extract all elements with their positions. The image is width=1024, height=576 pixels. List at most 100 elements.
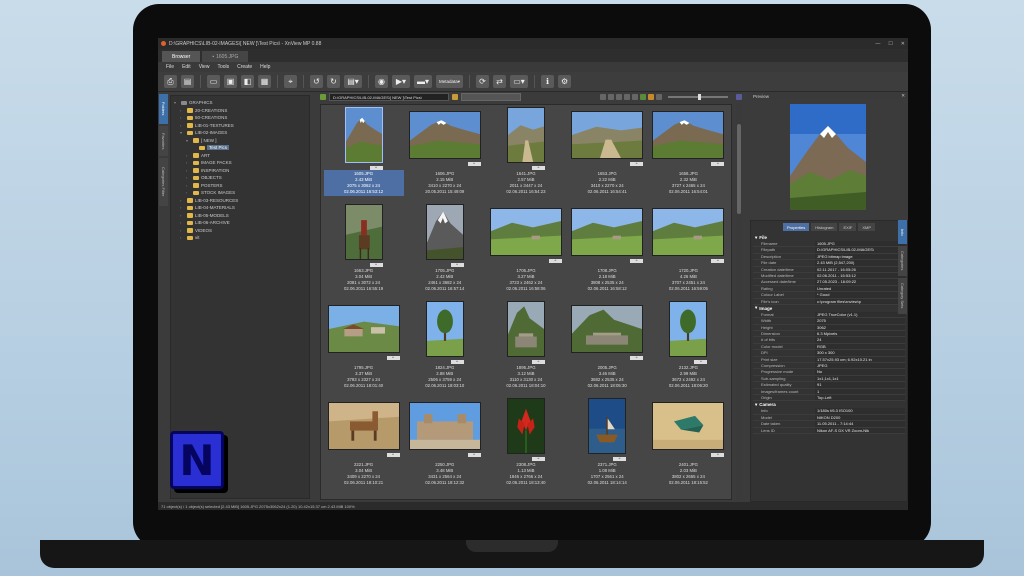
tab-favorites[interactable]: Favorites — [159, 126, 168, 156]
thumbnail-item[interactable]: ▪▪ 1708.JPG 2.18 MiB 3808 x 2535 x 24 02.06.… — [567, 204, 648, 301]
grid-scrollbar[interactable] — [736, 104, 742, 500]
properties-section[interactable]: ▾ Camera — [753, 401, 905, 408]
folder-item[interactable]: › vit — [174, 234, 306, 242]
thumbnail-item[interactable]: ▪▪ 2308.JPG 1.13 MiB 1846 x 2766 x 24 02.06.… — [485, 398, 566, 495]
thumbnail-image[interactable] — [345, 205, 382, 259]
expand-arrow-icon[interactable]: ▾ — [174, 100, 179, 105]
thumbnail-size-slider[interactable] — [668, 94, 728, 100]
properties-section[interactable]: ▾ File — [753, 234, 905, 241]
folder-item[interactable]: › STOCK IMAGES — [174, 189, 306, 197]
lock-icon[interactable]: ◉ — [375, 75, 388, 88]
folder-item[interactable]: ▾ LIB-02-IMAGES — [174, 129, 306, 137]
expand-arrow-icon[interactable]: ▾ — [186, 138, 191, 143]
expand-arrow-icon[interactable]: › — [180, 220, 185, 225]
copy-icon[interactable] — [616, 94, 622, 100]
expand-arrow-icon[interactable]: › — [180, 205, 185, 210]
convert-icon[interactable]: ◧ — [241, 75, 254, 88]
thumbnail-image[interactable] — [328, 403, 399, 449]
tab-category-sets[interactable]: Category Sets — [898, 278, 907, 314]
thumbnail-item[interactable]: ▪▪ 1720.JPG 4.26 MiB 3707 x 2451 x 24 02.06.… — [648, 204, 729, 301]
folder-item[interactable]: › ART — [174, 152, 306, 160]
metadata-dropdown[interactable]: Metadata ▾ — [436, 75, 464, 88]
filter-icon[interactable] — [600, 94, 606, 100]
open-icon[interactable]: ▭ — [207, 75, 220, 88]
property-row[interactable]: Lens ID Nikon AF-S DX VR Zoom-Nik — [753, 427, 905, 434]
thumbnail-item[interactable]: ▪▪ 2132.JPG 2.99 MiB 3672 x 2492 x 24 02.06.… — [648, 301, 729, 398]
menu-help[interactable]: Help — [260, 64, 270, 70]
folder-item[interactable]: › LIB-03-RESOURCES — [174, 197, 306, 205]
expand-arrow-icon[interactable]: ▾ — [180, 130, 185, 135]
settings-icon[interactable]: ⚙ — [558, 75, 572, 88]
thumbnail-image[interactable] — [507, 108, 544, 162]
thumbnail-image[interactable] — [572, 112, 643, 158]
tab-image[interactable]: ▪ 1605.JPG — [202, 51, 249, 62]
thumbnail-item[interactable]: ▪▪ 2371.JPG 1.08 MiB 1707 x 2561 x 24 02.06.… — [567, 398, 648, 495]
rotate-left-icon[interactable]: ↺ — [310, 75, 323, 88]
thumbnail-image[interactable] — [328, 306, 399, 352]
thumbnail-item[interactable]: ▪▪ 1895.JPG 3.12 MiB 3110 x 3130 x 24 02.06.… — [485, 301, 566, 398]
thumbnail-image[interactable] — [653, 209, 724, 255]
flag-icon[interactable] — [640, 94, 646, 100]
panel-close-icon[interactable]: ✕ — [901, 93, 905, 99]
thumbnail-image[interactable] — [345, 108, 382, 162]
color-label-icon[interactable] — [648, 94, 654, 100]
refresh-icon[interactable]: ⟳ — [476, 75, 490, 88]
thumbnail-image[interactable] — [426, 205, 463, 259]
folder-item[interactable]: ▾ [ NEW ] — [174, 137, 306, 145]
tab-browser[interactable]: Browser — [162, 51, 201, 62]
menu-tools[interactable]: Tools — [217, 64, 229, 70]
thumbnail-item[interactable]: ▪▪ 2221.JPG 3.04 MiB 3409 x 2270 x 24 02.06.… — [323, 398, 404, 495]
folder-item[interactable]: › LIB-01-TEXTURES — [174, 122, 306, 130]
folder-item[interactable]: › 50-CREATIONS — [174, 114, 306, 122]
thumbnail-item[interactable]: ▪▪ 1605.JPG 2.43 MiB 2075 x 3062 x 24 02.06.… — [323, 107, 404, 204]
thumbnail-item[interactable]: ▪▪ 1641.JPG 2.57 MiB 2011 x 3447 x 24 02.06.… — [485, 107, 566, 204]
save-icon[interactable]: ▣ — [224, 75, 237, 88]
thumbnail-image[interactable] — [507, 399, 544, 453]
move-icon[interactable] — [624, 94, 630, 100]
expand-arrow-icon[interactable]: › — [180, 108, 185, 113]
expand-arrow-icon[interactable]: › — [186, 190, 191, 195]
scrollbar-thumb[interactable] — [737, 124, 741, 214]
thumbnail-item[interactable]: ▪▪ 2250.JPG 3.48 MiB 3431 x 2564 x 24 02.06.… — [404, 398, 485, 495]
expand-arrow-icon[interactable]: › — [180, 235, 185, 240]
thumbnail-image[interactable] — [426, 302, 463, 356]
folder-item[interactable]: ▾ GRAPHICS — [174, 99, 306, 107]
expand-arrow-icon[interactable]: › — [186, 153, 191, 158]
tab-histogram[interactable]: Histogram — [811, 223, 838, 231]
expand-arrow-icon[interactable]: › — [186, 168, 191, 173]
folder-item[interactable]: › VIDEOS — [174, 227, 306, 235]
menu-file[interactable]: File — [166, 64, 174, 70]
menu-create[interactable]: Create — [237, 64, 252, 70]
thumbnail-image[interactable] — [507, 302, 544, 356]
folder-item[interactable]: › LIB-06-ARCHIVE — [174, 219, 306, 227]
minimize-button[interactable]: — — [875, 41, 880, 47]
slider-handle[interactable] — [698, 94, 701, 100]
properties-section[interactable]: ▾ Image — [753, 305, 905, 312]
folder-item[interactable]: › 20-CREATIONS — [174, 107, 306, 115]
binoculars-icon[interactable]: ⌖ — [284, 75, 297, 88]
thumbnail-image[interactable] — [653, 403, 724, 449]
expand-arrow-icon[interactable]: › — [180, 115, 185, 120]
tab-folders[interactable]: Folders — [159, 94, 168, 124]
thumbnail-image[interactable] — [670, 302, 707, 356]
expand-arrow-icon[interactable]: › — [180, 198, 185, 203]
folder-item[interactable]: › LIB-04-MATERIALS — [174, 204, 306, 212]
thumbnail-item[interactable]: ▪▪ 2005.JPG 3.46 MiB 3682 x 2535 x 24 02.06.… — [567, 301, 648, 398]
thumbnail-item[interactable]: ▪▪ 1658.JPG 2.32 MiB 3727 x 2465 x 24 02.06.… — [648, 107, 729, 204]
transform-dropdown-icon[interactable]: ▤▾ — [344, 75, 362, 88]
thumbnail-item[interactable]: ▪▪ 1795.JPG 3.37 MiB 3783 x 2327 x 24 02.06.… — [323, 301, 404, 398]
print-icon[interactable]: ⎙ — [164, 75, 177, 88]
thumbnail-image[interactable] — [409, 403, 480, 449]
rotate-right-icon[interactable]: ↻ — [327, 75, 340, 88]
thumbnail-item[interactable]: ▪▪ 1663.JPG 3.04 MiB 2081 x 3072 x 24 02.06.… — [323, 204, 404, 301]
collapse-arrow-icon[interactable]: ▾ — [755, 305, 757, 311]
folder-item[interactable]: › OBJECTS — [174, 174, 306, 182]
info-icon[interactable]: ℹ — [541, 75, 555, 88]
layout-dropdown-icon[interactable]: ▭▾ — [510, 75, 529, 88]
tab-categories[interactable]: Categories — [898, 246, 907, 276]
expand-arrow-icon[interactable]: › — [186, 160, 191, 165]
folder-item[interactable]: › INSPIRATION — [174, 167, 306, 175]
thumbnail-item[interactable]: ▪▪ 2401.JPG 2.03 MiB 3802 x 2665 x 24 02.06.… — [648, 398, 729, 495]
thumbnail-item[interactable]: ▪▪ 1606.JPG 2.15 MiB 3410 x 2270 x 24 20.05.… — [404, 107, 485, 204]
expand-arrow-icon[interactable]: › — [180, 123, 185, 128]
